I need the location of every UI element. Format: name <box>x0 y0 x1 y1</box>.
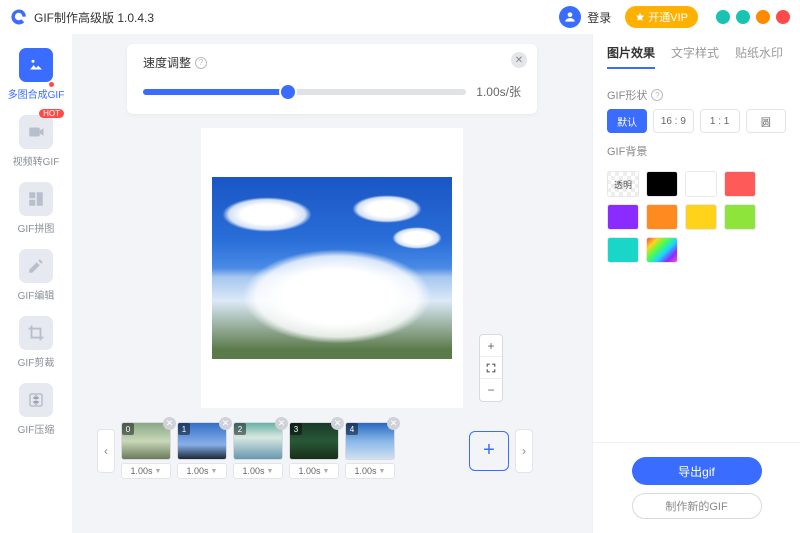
compress-icon <box>19 383 53 417</box>
remove-thumb-icon[interactable]: ✕ <box>387 417 400 430</box>
maximize-button[interactable] <box>756 10 770 24</box>
thumb-duration[interactable]: 1.00s ▼ <box>289 463 339 479</box>
bg-swatch[interactable] <box>607 237 639 263</box>
app-logo <box>10 8 28 26</box>
thumb-index: 2 <box>234 423 246 435</box>
help-icon[interactable]: ? <box>651 89 663 101</box>
remove-thumb-icon[interactable]: ✕ <box>331 417 344 430</box>
thumb-index: 1 <box>178 423 190 435</box>
export-button[interactable]: 导出gif <box>632 457 762 485</box>
remove-thumb-icon[interactable]: ✕ <box>163 417 176 430</box>
thumb-item[interactable]: 4 ✕ 1.00s ▼ <box>345 422 395 479</box>
tab-image-effect[interactable]: 图片效果 <box>607 44 655 69</box>
shape-default[interactable]: 默认 <box>607 109 647 133</box>
collage-icon <box>19 182 53 216</box>
thumb-duration[interactable]: 1.00s ▼ <box>233 463 283 479</box>
sidebar-item-collage[interactable]: GIF拼图 <box>6 182 66 235</box>
bg-swatch[interactable] <box>646 171 678 197</box>
login-link[interactable]: 登录 <box>587 9 611 26</box>
crop-icon <box>19 316 53 350</box>
sidebar-item-edit[interactable]: GIF编辑 <box>6 249 66 302</box>
bg-swatch[interactable] <box>724 171 756 197</box>
hot-badge: HOT <box>39 109 64 118</box>
bg-swatch[interactable] <box>685 171 717 197</box>
next-button[interactable]: › <box>515 429 533 473</box>
prev-button[interactable]: ‹ <box>97 429 115 473</box>
sidebar-item-compress[interactable]: GIF压缩 <box>6 383 66 436</box>
shape-1-1[interactable]: 1 : 1 <box>700 109 740 133</box>
shape-label: GIF形状 <box>607 87 647 103</box>
speed-value: 1.00s/张 <box>476 83 521 100</box>
zoom-out-button[interactable]: − <box>480 379 502 401</box>
bg-swatch[interactable] <box>646 204 678 230</box>
sidebar-item-multi-image[interactable]: 多图合成GIF <box>6 48 66 101</box>
edit-icon <box>19 249 53 283</box>
settings-icon[interactable] <box>716 10 730 24</box>
speed-label: 速度调整 <box>143 54 191 71</box>
close-button[interactable] <box>776 10 790 24</box>
app-title: GIF制作高级版 1.0.4.3 <box>34 9 154 26</box>
close-icon[interactable]: ✕ <box>511 52 527 68</box>
thumb-item[interactable]: 3 ✕ 1.00s ▼ <box>289 422 339 479</box>
bg-swatch[interactable] <box>685 204 717 230</box>
thumb-item[interactable]: 1 ✕ 1.00s ▼ <box>177 422 227 479</box>
thumb-duration[interactable]: 1.00s ▼ <box>345 463 395 479</box>
speed-panel: 速度调整 ? ✕ 1.00s/张 <box>127 44 537 114</box>
thumb-index: 0 <box>122 423 134 435</box>
bg-swatch[interactable] <box>607 204 639 230</box>
thumb-duration[interactable]: 1.00s ▼ <box>177 463 227 479</box>
shape-circle[interactable]: 圆 <box>746 109 786 133</box>
thumb-item[interactable]: 2 ✕ 1.00s ▼ <box>233 422 283 479</box>
thumb-item[interactable]: 0 ✕ 1.00s ▼ <box>121 422 171 479</box>
avatar-icon[interactable] <box>559 6 581 28</box>
thumb-index: 4 <box>346 423 358 435</box>
fullscreen-button[interactable] <box>480 357 502 379</box>
thumb-duration[interactable]: 1.00s ▼ <box>121 463 171 479</box>
help-icon[interactable]: ? <box>195 57 207 69</box>
speed-slider[interactable] <box>143 89 466 95</box>
bg-custom-color[interactable] <box>646 237 678 263</box>
preview-canvas: + − <box>201 128 463 408</box>
new-gif-button[interactable]: 制作新的GIF <box>632 493 762 519</box>
sidebar-item-crop[interactable]: GIF剪裁 <box>6 316 66 369</box>
bg-transparent[interactable] <box>607 171 639 197</box>
sidebar-item-video[interactable]: HOT 视频转GIF <box>6 115 66 168</box>
remove-thumb-icon[interactable]: ✕ <box>275 417 288 430</box>
bg-label: GIF背景 <box>607 143 647 159</box>
preview-image <box>212 177 452 359</box>
vip-button[interactable]: 开通VIP <box>625 6 698 28</box>
remove-thumb-icon[interactable]: ✕ <box>219 417 232 430</box>
bg-swatch[interactable] <box>724 204 756 230</box>
tab-sticker[interactable]: 贴纸水印 <box>735 44 783 69</box>
thumb-index: 3 <box>290 423 302 435</box>
zoom-in-button[interactable]: + <box>480 335 502 357</box>
video-icon <box>19 115 53 149</box>
shape-16-9[interactable]: 16 : 9 <box>653 109 693 133</box>
minimize-button[interactable] <box>736 10 750 24</box>
image-icon <box>19 48 53 82</box>
tab-text-style[interactable]: 文字样式 <box>671 44 719 69</box>
add-image-button[interactable]: + <box>469 431 509 471</box>
